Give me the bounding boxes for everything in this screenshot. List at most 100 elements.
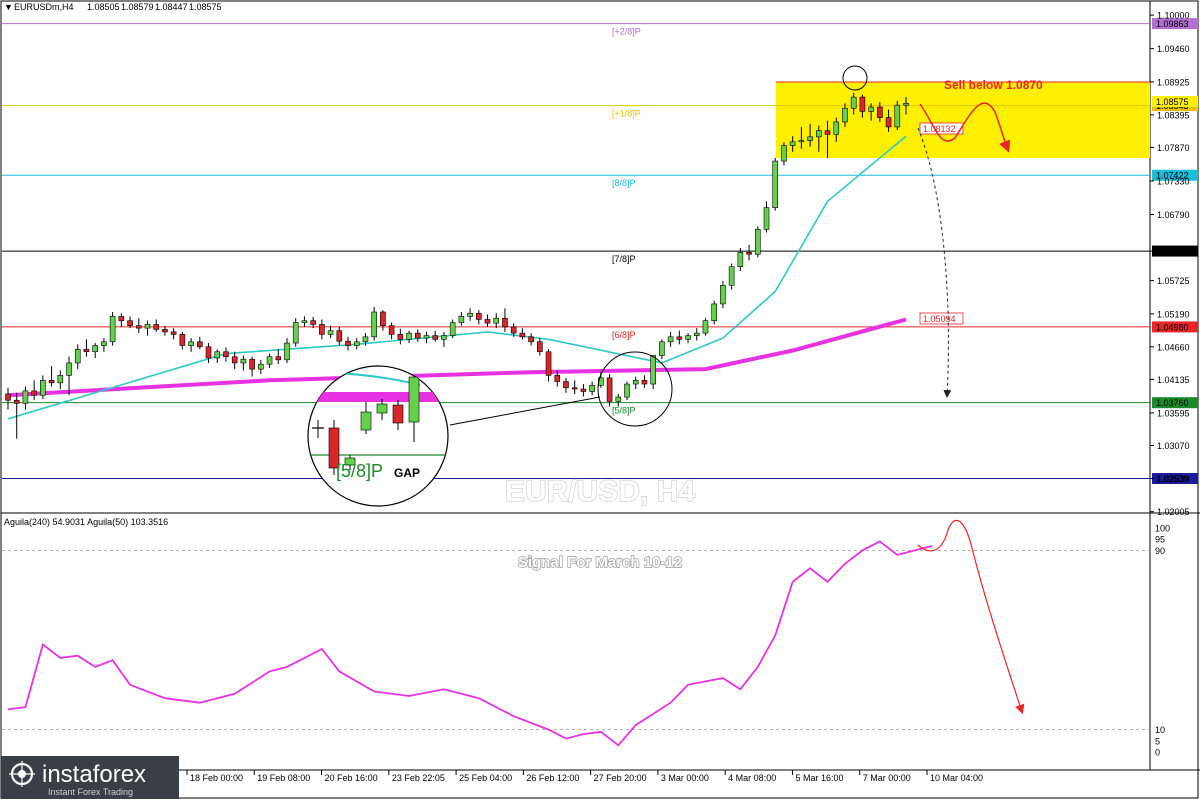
candle <box>606 374 613 407</box>
candle <box>48 366 55 387</box>
magnifier-connector <box>449 396 601 426</box>
time-tick-label: 26 Feb 12:00 <box>526 773 579 783</box>
header-low: 1.08447 <box>155 2 188 12</box>
candle <box>685 333 691 344</box>
logo-tagline: Instant Forex Trading <box>48 787 133 797</box>
price-tick-label: 1.02005 <box>1157 507 1190 517</box>
candle <box>249 356 255 377</box>
candle <box>650 355 656 390</box>
candle <box>624 381 630 401</box>
indicator-level-label: 0 <box>1155 748 1160 758</box>
time-axis: 18 Feb 00:00 19 Feb 08:00 20 Feb 16:00 23 F… <box>186 770 983 783</box>
candle <box>336 326 343 346</box>
current-price-text: 1.08575 <box>1156 97 1189 107</box>
candle <box>580 384 587 397</box>
chart-canvas: ▼ EURUSDm,H4 1.08505 1.08579 1.08447 1.0… <box>0 0 1200 799</box>
price-tick-label: 1.05190 <box>1157 309 1190 319</box>
time-tick-label: 19 Feb 08:00 <box>257 773 310 783</box>
price-tick-label: 1.07870 <box>1157 143 1190 153</box>
candle <box>781 142 787 166</box>
indicator-level-label: 5 <box>1155 736 1160 746</box>
oscillator-line <box>7 540 933 747</box>
candle <box>632 376 639 390</box>
candle <box>101 338 107 352</box>
murray-level-value: 1.03760 <box>1156 398 1189 408</box>
murray-level-value: 1.04980 <box>1156 322 1189 332</box>
candle <box>258 359 264 375</box>
candle <box>31 380 37 401</box>
murray-level-label: [5/8]P <box>612 406 636 416</box>
candle <box>292 318 299 347</box>
candle <box>240 355 247 371</box>
price-tick-label: 1.07330 <box>1157 176 1190 186</box>
candle <box>519 328 526 340</box>
logo-name: instaforex <box>42 761 146 788</box>
price-tick-label: 1.02539 <box>1157 474 1190 484</box>
candle <box>763 201 770 233</box>
candle <box>118 313 125 327</box>
signal-text: Signal For March 10-12 <box>518 554 682 571</box>
candle <box>528 333 534 346</box>
gap-magnifier: [5/8]P GAP <box>307 365 449 507</box>
candle <box>728 263 735 290</box>
indicator-level-label: 10 <box>1155 725 1165 735</box>
indicator-label: Aguila(240) 54.9031 Aguila(50) 103.3516 <box>4 517 168 527</box>
murray-level-label: [8/8]P <box>612 178 636 188</box>
murray-level-value: 1.09863 <box>1156 19 1189 29</box>
time-tick-label: 20 Feb 16:00 <box>325 773 378 783</box>
time-tick-label: 18 Feb 00:00 <box>190 773 243 783</box>
symbol-header: ▼ EURUSDm,H4 1.08505 1.08579 1.08447 1.0… <box>4 2 222 12</box>
price-axis: 1.10000 1.09460 1.08925 1.08395 1.07870 1.073… <box>1150 11 1190 517</box>
price-tick-label: 1.04135 <box>1157 375 1190 385</box>
candle <box>693 328 700 341</box>
candle <box>57 370 64 390</box>
candle <box>432 330 439 342</box>
time-tick-label: 25 Feb 04:00 <box>459 773 512 783</box>
candle <box>502 308 508 332</box>
candle <box>414 329 421 342</box>
candle <box>563 377 569 393</box>
ma-slow-line <box>7 317 907 398</box>
candle <box>5 387 11 410</box>
candle <box>92 343 98 358</box>
candle <box>449 319 456 339</box>
candle <box>397 328 404 345</box>
murray-level-label: [7/8]P <box>612 254 636 264</box>
candle <box>109 312 116 346</box>
time-tick-label: 23 Feb 22:05 <box>392 773 445 783</box>
ma200-tag-text: 1.05094 <box>923 314 956 324</box>
candle <box>214 349 221 363</box>
candle <box>284 338 290 363</box>
candle <box>423 331 430 344</box>
candle <box>702 318 709 336</box>
candle <box>545 349 552 382</box>
candle <box>127 316 133 329</box>
candle <box>720 280 726 309</box>
candle <box>467 308 473 321</box>
time-tick-label: 4 Mar 08:00 <box>728 773 776 783</box>
candle <box>493 313 500 329</box>
target-dashed-arrow <box>917 127 952 398</box>
price-tick-label: 1.08395 <box>1157 110 1190 120</box>
candle <box>615 393 622 407</box>
candle <box>170 328 177 340</box>
gap-level-label: [5/8]P <box>336 461 383 481</box>
candle <box>22 386 29 410</box>
candle <box>223 347 229 362</box>
indicator-level-label: 90 <box>1155 546 1165 556</box>
indicator-level-label: 95 <box>1155 535 1165 545</box>
candle <box>667 331 674 347</box>
header-arrow[interactable]: ▼ <box>4 2 13 12</box>
candle <box>197 336 203 350</box>
time-tick-label: 27 Feb 20:00 <box>594 773 647 783</box>
candle <box>40 375 46 399</box>
murray-level-label: [6/8]P <box>612 330 636 340</box>
candle <box>231 351 238 370</box>
candle <box>301 316 308 327</box>
candle <box>475 310 482 325</box>
candle <box>275 349 282 365</box>
header-close: 1.08575 <box>189 2 222 12</box>
candle <box>266 353 273 368</box>
candle <box>188 338 194 352</box>
time-tick-label: 3 Mar 00:00 <box>661 773 709 783</box>
